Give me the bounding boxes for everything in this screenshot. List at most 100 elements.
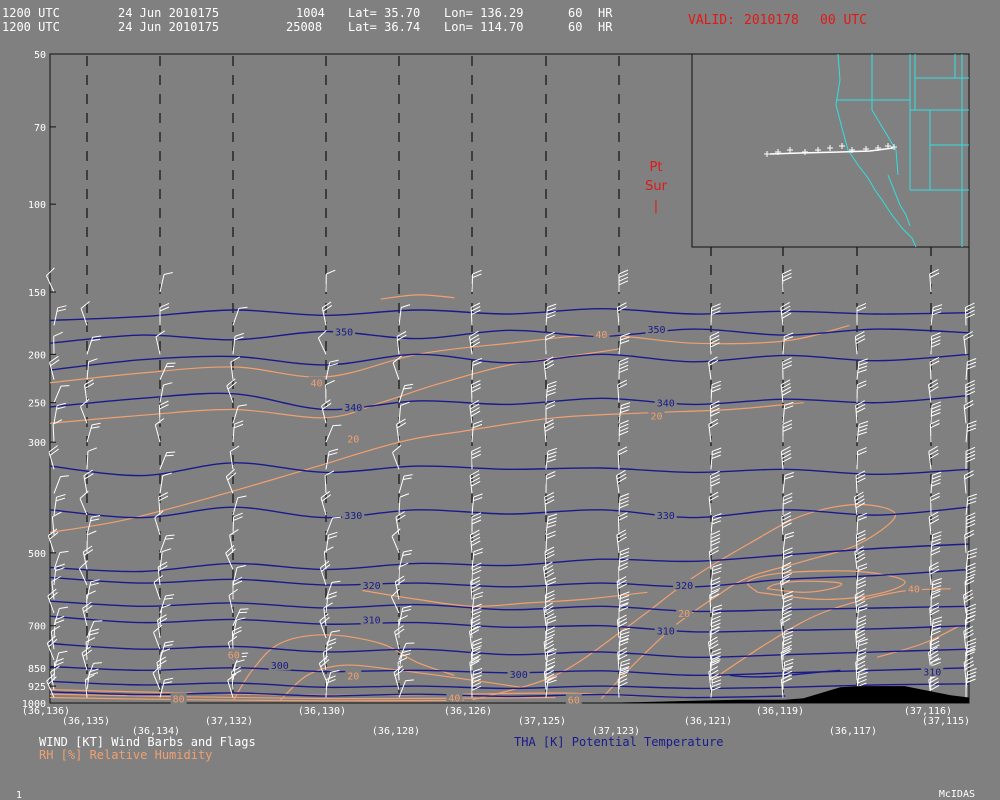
rh-contour-line bbox=[362, 589, 648, 607]
header-hour-2: 60 bbox=[568, 20, 582, 34]
wind-barb bbox=[159, 594, 175, 614]
wind-barb bbox=[158, 492, 169, 516]
rh-contour-line bbox=[711, 588, 951, 681]
wind-barb bbox=[964, 302, 975, 326]
header-lat-1: Lat= 35.70 bbox=[348, 6, 420, 20]
wind-barb bbox=[319, 613, 330, 638]
pressure-tick-label: 100 bbox=[28, 200, 46, 211]
wind-barb bbox=[471, 446, 482, 470]
rh-label: 20 bbox=[347, 435, 359, 446]
header-date-2: 24 Jun 2010175 bbox=[118, 20, 219, 34]
wind-barb bbox=[226, 378, 237, 403]
wind-barb bbox=[930, 471, 942, 494]
wind-barb bbox=[49, 355, 60, 380]
pressure-tick-label: 250 bbox=[28, 399, 46, 410]
theta-label: 310 bbox=[657, 626, 675, 637]
terrain bbox=[601, 686, 969, 703]
wind-barb bbox=[157, 614, 168, 638]
wind-barb bbox=[929, 419, 940, 443]
rh-contour-line bbox=[49, 324, 850, 384]
header-time-2: 1200 UTC bbox=[2, 20, 60, 34]
wind-barb bbox=[964, 615, 975, 638]
wind-barb bbox=[782, 471, 794, 494]
theta-label: 340 bbox=[657, 399, 675, 410]
wind-barb bbox=[856, 447, 867, 470]
wind-barb bbox=[545, 400, 556, 424]
wind-barb bbox=[232, 495, 247, 516]
station-tick-label: (36,126) bbox=[444, 706, 492, 717]
wind-barb bbox=[159, 451, 176, 470]
wind-barb bbox=[781, 511, 792, 535]
legend-theta: THA [K] Potential Temperature bbox=[514, 735, 724, 749]
wind-barb bbox=[856, 380, 867, 403]
theta-label: 350 bbox=[648, 325, 666, 336]
pressure-tick-label: 925 bbox=[28, 682, 46, 693]
theta-label: 300 bbox=[510, 670, 528, 681]
wind-barb bbox=[232, 576, 243, 600]
wind-barb bbox=[545, 447, 557, 470]
wind-barb bbox=[396, 418, 407, 443]
wind-barb bbox=[86, 358, 98, 380]
theta-label: 310 bbox=[923, 668, 941, 679]
terrain-fill bbox=[601, 686, 969, 703]
wind-barb bbox=[153, 575, 163, 600]
rh-contour-line bbox=[233, 634, 455, 701]
theta-label: 350 bbox=[335, 328, 353, 339]
rh-label: 60 bbox=[228, 651, 240, 662]
pressure-tick-label: 850 bbox=[28, 664, 46, 675]
wind-barb bbox=[232, 404, 247, 424]
wind-barb bbox=[782, 357, 793, 380]
rh-label: 60 bbox=[568, 696, 580, 707]
wind-barb bbox=[471, 420, 483, 443]
wind-barb bbox=[53, 305, 67, 326]
station-tick-label: (37,115) bbox=[922, 716, 970, 727]
wind-barb bbox=[470, 576, 481, 600]
station-tick-label: (36,135) bbox=[62, 716, 110, 727]
page-number: 1 bbox=[16, 790, 22, 800]
wind-barb bbox=[854, 626, 866, 650]
rh-label: 40 bbox=[310, 379, 322, 390]
theta-contour-line bbox=[49, 642, 970, 659]
header-lon-1: Lon= 136.29 bbox=[444, 6, 523, 20]
wind-barb bbox=[53, 475, 69, 494]
wind-barb bbox=[86, 422, 101, 443]
wind-barb bbox=[325, 424, 342, 443]
wind-barb bbox=[471, 269, 482, 293]
wind-barb bbox=[710, 470, 721, 494]
wind-barb bbox=[154, 510, 164, 535]
wind-barb bbox=[325, 269, 336, 293]
wind-barb bbox=[543, 561, 555, 586]
rh-label: 40 bbox=[595, 330, 607, 341]
wind-barb bbox=[80, 301, 90, 326]
wind-barb bbox=[965, 380, 976, 403]
wind-barb bbox=[159, 640, 174, 661]
wind-barb bbox=[782, 492, 793, 516]
wind-barb bbox=[53, 563, 65, 586]
wind-barb bbox=[856, 615, 867, 638]
wind-barb bbox=[618, 420, 629, 443]
wind-barb bbox=[965, 358, 977, 380]
wind-barb bbox=[229, 528, 239, 553]
wind-barb bbox=[543, 419, 555, 443]
wind-barb bbox=[708, 418, 719, 443]
theta-contour-line bbox=[49, 543, 970, 573]
wind-barb bbox=[545, 303, 557, 326]
mcidas-brand: McIDAS bbox=[939, 789, 975, 800]
theta-contour-line bbox=[49, 307, 970, 322]
wind-barb bbox=[856, 563, 868, 586]
wind-barb bbox=[471, 357, 483, 380]
header-unit-1: HR bbox=[598, 6, 613, 20]
theta-label: 330 bbox=[344, 511, 362, 522]
theta-label: 320 bbox=[675, 581, 693, 592]
wind-barb bbox=[545, 331, 555, 355]
rh-contours bbox=[49, 294, 961, 702]
wind-barb bbox=[854, 491, 866, 516]
header-unit-2: HR bbox=[598, 20, 613, 34]
wind-barb bbox=[710, 675, 722, 698]
wind-barb bbox=[781, 269, 792, 293]
station-tick-label: (37,132) bbox=[205, 716, 253, 727]
wind-barb bbox=[929, 268, 940, 293]
wind-barb bbox=[856, 358, 868, 380]
cross-section-chart: 1200 UTC 24 Jun 2010175 1004 Lat= 35.70 … bbox=[2, 6, 978, 800]
header-hour-1: 60 bbox=[568, 6, 582, 20]
